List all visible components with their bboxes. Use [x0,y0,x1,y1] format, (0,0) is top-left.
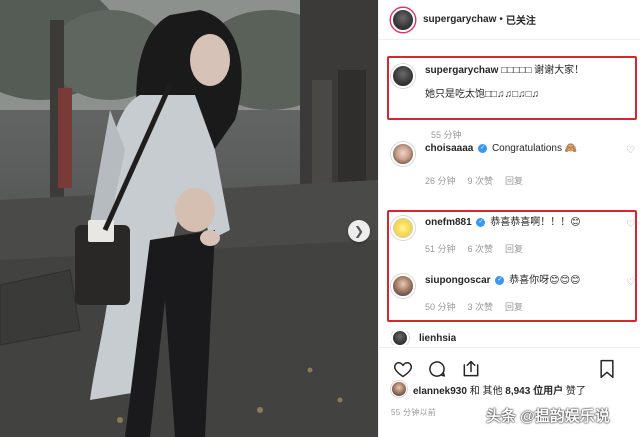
like-comment-heart-icon[interactable]: ♡ [626,218,635,232]
comment-item: choisaaaa ✓ Congratulations 🙈 ♡ 26 分钟 9 … [379,142,635,188]
instagram-post-view: ❯ supergarychaw • 已关注 supergarychaw □□□□… [0,0,640,437]
comment-body: siupongoscar ✓ 恭喜你呀😊😊😊 ♡ 50 分钟 3 次赞 回复 [425,274,635,314]
post-header: supergarychaw • 已关注 [379,0,640,40]
comment-avatar[interactable] [391,331,409,345]
next-photo-button[interactable]: ❯ [348,220,370,242]
likes-text: elannek930 和 其他 8,943 位用户 赞了 [413,382,586,397]
comment-username[interactable]: choisaaaa [425,143,473,154]
comment-meta: 55 分钟 [431,128,462,141]
like-comment-heart-icon[interactable]: ♡ [626,276,635,290]
reply-button[interactable]: 回复 [505,242,523,256]
comment-item: onefm881 ✓ 恭喜恭喜啊！！！😊 ♡ 51 分钟 6 次赞 回复 [379,216,635,256]
comment-username[interactable]: lienhsia [419,333,456,344]
verified-icon: ✓ [495,275,505,285]
comment-text: Congratulations 🙈 [491,143,578,154]
comment-likes[interactable]: 6 次赞 [468,242,494,256]
comment-meta: 51 分钟 6 次赞 回复 [425,242,621,256]
comment-body: choisaaaa ✓ Congratulations 🙈 ♡ 26 分钟 9 … [425,142,635,188]
comment-item: siupongoscar ✓ 恭喜你呀😊😊😊 ♡ 50 分钟 3 次赞 回复 [379,274,635,314]
comment-avatar[interactable] [391,142,415,166]
photo-illustration [0,0,378,437]
comment-avatar[interactable] [391,274,415,298]
comment-likes[interactable]: 9 次赞 [468,174,494,188]
liker-avatar[interactable] [391,381,407,397]
comment-text-line2: 她只是吃太饱□□♫♫□♫□♫ [425,89,540,100]
chevron-right-icon: ❯ [353,224,365,238]
comment-avatar[interactable] [391,64,415,88]
likes-count[interactable]: 8,943 位用户 [505,386,563,397]
comment-body: onefm881 ✓ 恭喜恭喜啊！！！😊 ♡ 51 分钟 6 次赞 回复 [425,216,635,256]
post-photo[interactable]: ❯ [0,0,378,437]
verified-icon: ✓ [476,217,486,227]
post-timestamp: 55 分钟以前 [391,408,437,417]
comment-text: □□□□□ 谢谢大家！ [501,65,585,76]
source-watermark: 头条 @揾韵娱乐说 [486,408,610,425]
comment-time: 51 分钟 [425,244,456,254]
comment-avatar[interactable] [391,216,415,240]
likes-connector: 和 其他 [469,385,503,397]
likes-suffix: 赞了 [565,385,586,397]
header-separator: • [499,14,503,25]
likes-summary: elannek930 和 其他 8,943 位用户 赞了 [391,381,586,397]
comment-text: 恭喜你呀😊😊😊 [509,275,581,286]
comment-time: 55 分钟 [431,130,462,140]
comment-time: 26 分钟 [425,176,456,186]
heart-icon[interactable] [391,357,415,381]
post-sidebar: supergarychaw • 已关注 supergarychaw □□□□□ … [378,0,640,437]
author-avatar[interactable] [391,7,415,32]
comment-time: 50 分钟 [425,302,456,312]
comment-body: supergarychaw □□□□□ 谢谢大家！ 她只是吃太饱□□♫♫□♫□♫ [425,64,621,102]
comment-caption: supergarychaw □□□□□ 谢谢大家！ 她只是吃太饱□□♫♫□♫□♫ [379,64,621,102]
follow-state-button[interactable]: 已关注 [506,12,536,27]
comment-text: 恭喜恭喜啊！！！😊 [490,217,581,228]
author-username[interactable]: supergarychaw [423,14,496,25]
reply-button[interactable]: 回复 [505,300,523,314]
like-comment-heart-icon[interactable]: ♡ [626,144,635,158]
bookmark-icon[interactable] [595,357,619,381]
comment-icon[interactable] [425,357,449,381]
comment-meta: 26 分钟 9 次赞 回复 [425,174,621,188]
comment-meta: 50 分钟 3 次赞 回复 [425,300,621,314]
liker-username[interactable]: elannek930 [413,386,467,397]
reply-button[interactable]: 回复 [505,174,523,188]
comment-likes[interactable]: 3 次赞 [468,300,494,314]
comment-username[interactable]: onefm881 [425,217,472,228]
comment-item-partial: lienhsia [391,331,456,345]
comment-username[interactable]: supergarychaw [425,65,498,76]
share-icon[interactable] [459,357,483,381]
comment-username[interactable]: siupongoscar [425,275,491,286]
verified-icon: ✓ [478,143,488,153]
